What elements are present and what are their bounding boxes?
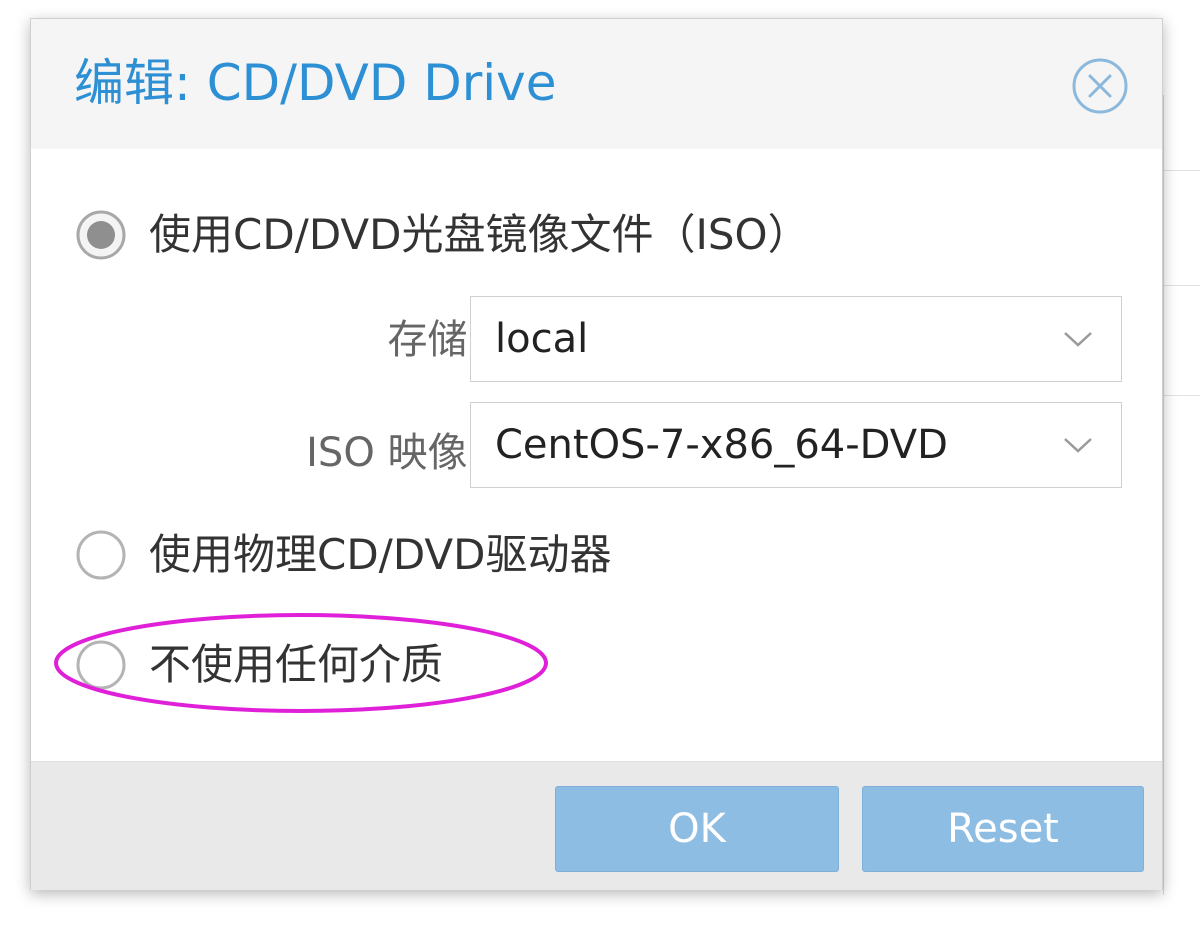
iso-image-select[interactable]: CentOS-7-x86_64-DVD: [470, 402, 1122, 488]
option-no-media[interactable]: 不使用任何介质: [75, 633, 443, 697]
close-icon[interactable]: [1071, 57, 1129, 115]
dialog-footer: OK Reset: [31, 761, 1162, 890]
radio-physical-drive-icon[interactable]: [75, 529, 127, 581]
background-divider: [1164, 395, 1200, 396]
background-divider: [1164, 285, 1200, 286]
storage-select-value: local: [495, 316, 589, 362]
ok-button[interactable]: OK: [555, 786, 839, 872]
chevron-down-icon[interactable]: [1061, 327, 1095, 351]
storage-select[interactable]: local: [470, 296, 1122, 382]
option-physical-drive[interactable]: 使用物理CD/DVD驱动器: [75, 523, 612, 587]
dialog-header: 编辑: CD/DVD Drive: [31, 19, 1162, 149]
dialog-title: 编辑: CD/DVD Drive: [74, 54, 557, 112]
chevron-down-icon[interactable]: [1061, 433, 1095, 457]
radio-no-media-icon[interactable]: [75, 639, 127, 691]
radio-iso-image-selected-icon[interactable]: [75, 209, 127, 261]
iso-image-select-value: CentOS-7-x86_64-DVD: [495, 422, 948, 468]
option-no-media-label: 不使用任何介质: [149, 640, 444, 689]
reset-button[interactable]: Reset: [862, 786, 1144, 872]
iso-image-label: ISO 映像:: [306, 430, 481, 476]
option-iso-image[interactable]: 使用CD/DVD光盘镜像文件（ISO）: [75, 203, 810, 267]
storage-label: 存储:: [387, 317, 481, 363]
background-divider: [1164, 170, 1200, 171]
screenshot-page: 编辑: CD/DVD Drive 使用CD/DVD光盘镜像文件（ISO） 存储:: [0, 0, 1200, 943]
option-iso-image-label: 使用CD/DVD光盘镜像文件（ISO）: [149, 210, 810, 259]
edit-cd-dvd-dialog: 编辑: CD/DVD Drive 使用CD/DVD光盘镜像文件（ISO） 存储:: [30, 18, 1163, 890]
option-physical-drive-label: 使用物理CD/DVD驱动器: [149, 530, 612, 579]
background-window-edge: [1163, 95, 1200, 895]
